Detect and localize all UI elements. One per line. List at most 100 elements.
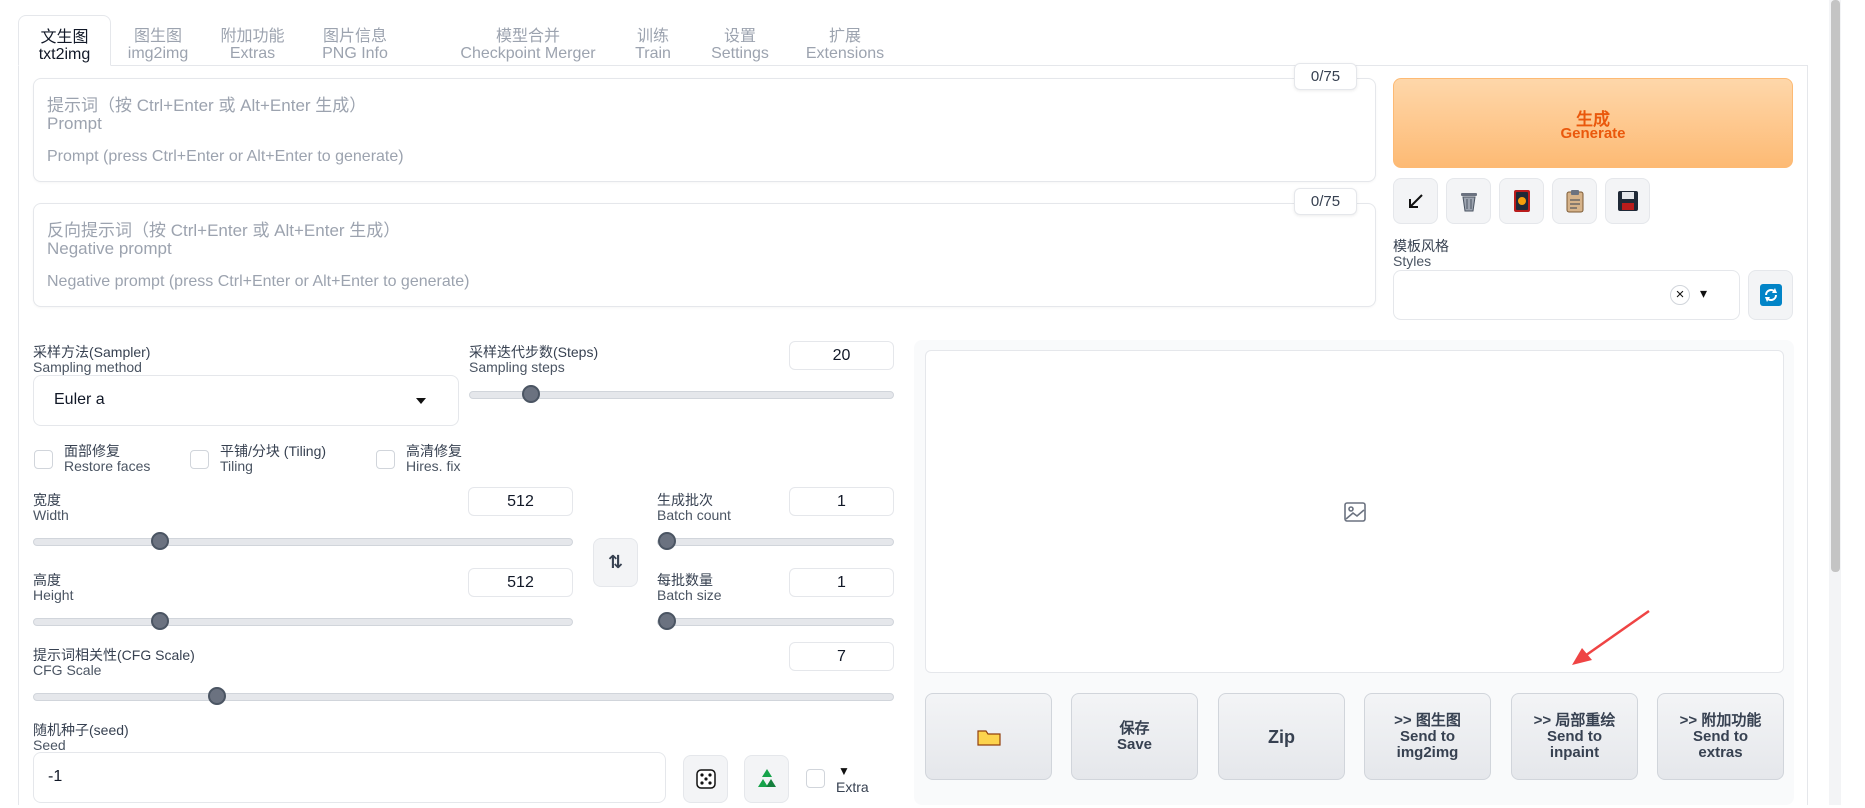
extra-networks-button[interactable] — [1499, 178, 1544, 224]
tab-label-en: txt2img — [38, 46, 91, 63]
send-img2img-label-en: Send to img2img — [1396, 727, 1459, 761]
swap-icon: ⇅ — [607, 552, 624, 572]
hires-fix-label: 高清修复 Hires. fix — [406, 444, 462, 474]
random-seed-button[interactable] — [683, 755, 728, 803]
steps-label: 采样迭代步数(Steps) Sampling steps — [469, 345, 598, 375]
batch-count-label-en: Batch count — [657, 507, 731, 523]
tab-label-zh: 附加功能 — [220, 28, 285, 45]
tab-label-en: Extras — [229, 45, 276, 62]
tab-train[interactable]: 训练 Train — [611, 15, 695, 66]
extra-seed-checkbox[interactable] — [806, 769, 825, 788]
annotation-arrow — [1572, 609, 1650, 665]
restore-faces-checkbox[interactable] — [34, 450, 53, 469]
send-inpaint-label-zh: >> 局部重绘 — [1533, 711, 1616, 729]
save-style-button[interactable] — [1605, 178, 1650, 224]
batch-count-slider[interactable] — [657, 532, 894, 550]
tab-settings[interactable]: 设置 Settings — [698, 15, 782, 66]
tab-checkpoint-merger[interactable]: 模型合并 Checkpoint Merger — [443, 15, 613, 66]
clipboard-icon — [1566, 190, 1583, 213]
tab-label-zh: 训练 — [636, 28, 669, 45]
batch-size-slider[interactable] — [657, 612, 894, 630]
page-scrollbar-thumb[interactable] — [1831, 0, 1840, 572]
tiling-label: 平铺/分块 (Tiling) Tiling — [220, 444, 326, 474]
open-folder-button[interactable] — [925, 693, 1052, 780]
tab-img2img[interactable]: 图生图 img2img — [113, 15, 203, 66]
cfg-slider-thumb[interactable] — [208, 687, 226, 705]
apply-styles-button[interactable] — [1552, 178, 1597, 224]
seed-input[interactable]: -1 — [33, 752, 666, 803]
send-img2img-label-zh: >> 图生图 — [1394, 711, 1461, 729]
reuse-seed-button[interactable] — [744, 755, 789, 803]
negative-prompt-token-counter: 0/75 — [1294, 188, 1357, 215]
height-label: 高度 Height — [33, 573, 73, 603]
tab-label-zh: 模型合并 — [495, 28, 560, 45]
clear-icon[interactable]: × — [1670, 285, 1690, 305]
tiling-label-en: Tiling — [220, 458, 253, 474]
restore-faces-label-en: Restore faces — [64, 458, 151, 474]
width-input[interactable]: 512 — [468, 487, 573, 516]
tab-label-zh: 扩展 — [828, 28, 861, 45]
seed-label: 随机种子(seed) Seed — [33, 723, 129, 753]
send-to-extras-button[interactable]: >> 附加功能 Send to extras — [1657, 693, 1784, 780]
batch-count-input[interactable]: 1 — [789, 487, 894, 516]
steps-slider-thumb[interactable] — [521, 385, 540, 403]
save-button[interactable]: 保存 Save — [1071, 693, 1198, 780]
send-to-inpaint-button[interactable]: >> 局部重绘 Send to inpaint — [1511, 693, 1638, 780]
seed-label-en: Seed — [33, 737, 66, 753]
tab-label-zh: 设置 — [723, 28, 756, 45]
tab-extensions[interactable]: 扩展 Extensions — [790, 15, 900, 66]
zip-button[interactable]: Zip — [1218, 693, 1345, 780]
tab-label-en: Settings — [711, 45, 769, 62]
width-label-zh: 宽度 — [33, 492, 61, 508]
generate-label-en: Generate — [1560, 125, 1626, 142]
chevron-down-icon[interactable]: ▾ — [1700, 285, 1707, 302]
floppy-disk-icon — [1617, 191, 1638, 211]
negative-prompt-textarea[interactable]: 反向提示词（按 Ctrl+Enter 或 Alt+Enter 生成） Negat… — [33, 203, 1376, 307]
refresh-icon — [1760, 284, 1782, 306]
width-label-en: Width — [33, 507, 69, 523]
tab-extras[interactable]: 附加功能 Extras — [205, 15, 300, 66]
generate-button[interactable]: 生成 Generate — [1393, 78, 1793, 168]
width-label: 宽度 Width — [33, 493, 69, 523]
cfg-slider[interactable] — [33, 687, 894, 705]
caret-down-icon: ▼ — [838, 764, 850, 778]
height-input[interactable]: 512 — [468, 568, 573, 597]
tab-label-en: PNG Info — [322, 45, 388, 62]
refresh-styles-button[interactable] — [1748, 270, 1793, 320]
prompt-textarea[interactable]: 提示词（按 Ctrl+Enter 或 Alt+Enter 生成） Prompt … — [33, 78, 1376, 182]
restore-faces-label: 面部修复 Restore faces — [64, 444, 150, 474]
arrow-diagonal-icon — [1408, 194, 1423, 208]
swap-dimensions-button[interactable]: ⇅ — [593, 538, 638, 587]
batch-size-slider-thumb[interactable] — [658, 612, 676, 630]
tab-txt2img[interactable]: 文生图 txt2img — [18, 15, 111, 66]
hires-fix-checkbox[interactable] — [376, 450, 395, 469]
batch-count-slider-thumb[interactable] — [658, 532, 676, 550]
steps-slider[interactable] — [469, 385, 894, 403]
hires-fix-label-zh: 高清修复 — [406, 443, 462, 459]
batch-size-input[interactable]: 1 — [789, 568, 894, 597]
output-gallery — [925, 350, 1784, 673]
steps-input[interactable]: 20 — [789, 341, 894, 370]
tiling-checkbox[interactable] — [190, 450, 209, 469]
tab-label-en: img2img — [127, 45, 189, 62]
tab-label-zh: 图生图 — [133, 28, 182, 45]
image-placeholder-icon — [1344, 502, 1366, 522]
tab-label-en: Extensions — [805, 45, 885, 62]
prompt-label-en: Prompt — [47, 114, 102, 133]
dice-icon — [695, 769, 716, 789]
sampler-dropdown[interactable]: Euler a — [33, 375, 459, 426]
height-slider[interactable] — [33, 612, 573, 630]
batch-size-label-en: Batch size — [657, 587, 722, 603]
cfg-label-zh: 提示词相关性(CFG Scale) — [33, 647, 195, 663]
tab-png-info[interactable]: 图片信息 PNG Info — [306, 15, 404, 66]
save-label-zh: 保存 — [1119, 719, 1150, 737]
extra-seed-label: Extra — [836, 779, 869, 795]
send-to-img2img-button[interactable]: >> 图生图 Send to img2img — [1364, 693, 1491, 780]
styles-label-zh: 模板风格 — [1393, 238, 1449, 254]
cfg-input[interactable]: 7 — [789, 642, 894, 671]
styles-dropdown[interactable]: × ▾ — [1393, 270, 1740, 320]
read-params-button[interactable] — [1393, 178, 1438, 224]
clear-prompt-button[interactable] — [1446, 178, 1491, 224]
tab-label-zh: 文生图 — [40, 29, 89, 46]
width-slider[interactable] — [33, 532, 573, 550]
